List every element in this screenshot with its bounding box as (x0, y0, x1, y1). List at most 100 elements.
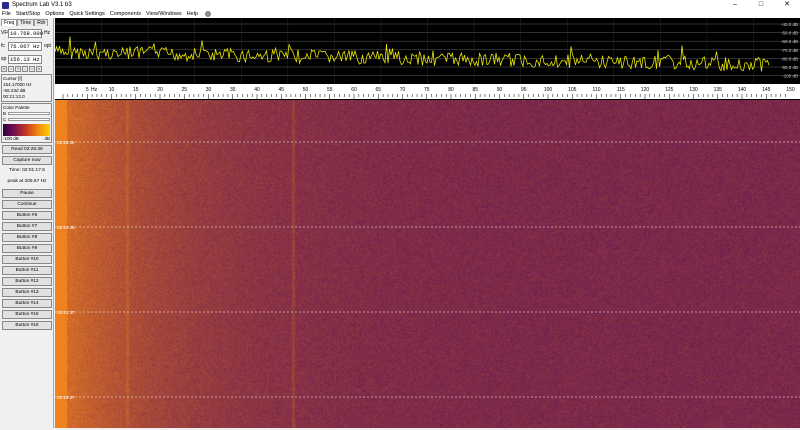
scroll-right-icon[interactable]: › (29, 66, 35, 72)
button-6[interactable]: Button #6 (2, 211, 52, 220)
freq-tick-label: 145 (762, 87, 771, 93)
peak-display: peak at 205.67 Hz (7, 179, 47, 184)
button-12[interactable]: Button #12 (2, 277, 52, 286)
menu-file[interactable]: File (2, 11, 11, 17)
button-11[interactable]: Button #11 (2, 266, 52, 275)
control-panel: Freq Time Rdr VFO 10.768.000 Hz fc 76.067 H… (0, 18, 54, 428)
center-freq-field[interactable]: 76.067 Hz (8, 41, 42, 51)
title-bar: Spectrum Lab V3.1 b3 – □ ✕ (0, 0, 800, 10)
spectrum-plot: -40.0 dB -50.0 dB -60.0 dB -70.0 dB -80.0 dB… (54, 18, 800, 84)
frequency-axis: 5 10 15 20 25 30 35 40 45 50 55 60 65 70 75 80 85 90 95 100… (62, 87, 795, 100)
frequency-scale[interactable]: 5 10 15 20 25 30 35 40 45 50 55 60 65 70 75 80 85 90 95 100… (55, 84, 800, 100)
window-title: Spectrum Lab V3.1 b3 (12, 2, 72, 8)
menu-bar: File Start/Stop Options Quick Settings C… (0, 10, 800, 18)
minimize-icon[interactable]: – (722, 0, 748, 10)
freq-tick-label: 55 (327, 87, 333, 93)
menu-options[interactable]: Options (45, 11, 64, 17)
color-palette: Color Palette B C -100 dB dB (1, 103, 52, 143)
vfo-field[interactable]: 10.768.000 (8, 28, 43, 38)
button-14[interactable]: Button #14 (2, 299, 52, 308)
freq-tick-label: 95 (521, 87, 527, 93)
contrast-slider[interactable] (8, 118, 50, 121)
freq-tick-label: 45 (278, 87, 284, 93)
menu-quick-settings[interactable]: Quick Settings (69, 11, 104, 17)
spectrum-trace (54, 36, 770, 72)
freq-tick-label: 30 (206, 87, 212, 93)
menu-start-stop[interactable]: Start/Stop (16, 11, 40, 17)
freq-tick-label: 85 (472, 87, 478, 93)
freq-tick-label: 125 (665, 87, 674, 93)
opt-button[interactable]: opt (44, 43, 51, 49)
freq-tick-label: 110 (593, 87, 601, 93)
vfo-unit: Hz (44, 30, 51, 36)
vfo-label: VFO (1, 30, 12, 36)
palette-title: Color Palette (3, 105, 30, 110)
tab-time[interactable]: Time (17, 19, 35, 26)
db-label: -100 dB (782, 74, 798, 79)
freq-tick-label: 25 (181, 87, 187, 93)
db-label: -40.0 dB (781, 22, 798, 27)
freq-tick-label: 100 (544, 87, 553, 93)
menu-view-windows[interactable]: View/Windows (146, 11, 182, 17)
zoom-out-icon[interactable]: - (22, 66, 28, 72)
freq-tick-label: 65 (375, 87, 381, 93)
capture-now-button[interactable]: Capture now (2, 156, 52, 165)
span-field[interactable]: 156.13 Hz (8, 54, 42, 64)
tab-rdr[interactable]: Rdr (34, 19, 49, 26)
db-label: -80.0 dB (781, 56, 798, 61)
freq-tick-label: 105 (568, 87, 577, 93)
zoom-in-icon[interactable]: + (15, 66, 21, 72)
cursor-time: 00:21:13.0 (3, 94, 25, 99)
button-16[interactable]: Button #16 (2, 321, 52, 330)
freq-tick-label: 20 (157, 87, 163, 93)
menu-components[interactable]: Components (110, 11, 141, 17)
freq-tick-label: 150 (786, 87, 795, 93)
button-10[interactable]: Button #10 (2, 255, 52, 264)
palette-min: -100 dB (3, 136, 19, 141)
freq-tick-label: 60 (351, 87, 357, 93)
maximize-icon[interactable]: □ (748, 0, 774, 10)
time-marker-label: 02:23:38 (57, 225, 75, 230)
fc-label: fc (1, 43, 5, 49)
time-marker-label: 02:21:37 (57, 310, 75, 315)
freq-tick-label: 10 (109, 87, 115, 93)
freq-tick-label: 50 (303, 87, 309, 93)
tab-freq[interactable]: Freq (1, 19, 18, 26)
freq-tick-label: 75 (424, 87, 430, 93)
spectrum-display[interactable]: -40.0 dB -50.0 dB -60.0 dB -70.0 dB -80.0 dB… (54, 18, 800, 84)
freq-tick-label: 120 (641, 87, 650, 93)
scroll-left-fast-icon[interactable]: « (1, 66, 7, 72)
brightness-slider[interactable] (8, 112, 50, 115)
menu-help[interactable]: Help (187, 11, 198, 17)
db-label: -90.0 dB (781, 65, 798, 70)
time-marker-label: 02:25:38 (57, 140, 75, 145)
button-7[interactable]: Button #7 (2, 222, 52, 231)
time-marker-label: 02:19:37 (57, 395, 75, 400)
freq-tick-label: 130 (689, 87, 698, 93)
button-13[interactable]: Button #13 (2, 288, 52, 297)
button-8[interactable]: Button #8 (2, 233, 52, 242)
waterfall-overlay: 02:25:38 02:23:38 02:21:37 02:19:37 (55, 140, 800, 400)
button-15[interactable]: Button #15 (2, 310, 52, 319)
continue-button[interactable]: Continue (2, 200, 52, 209)
scroll-left-icon[interactable]: ‹ (8, 66, 14, 72)
waterfall-display[interactable]: 02:25:38 02:23:38 02:21:37 02:19:37 (55, 100, 800, 428)
db-label: -60.0 dB (781, 39, 798, 44)
close-icon[interactable]: ✕ (774, 0, 800, 10)
db-label: -50.0 dB (781, 31, 798, 36)
button-9[interactable]: Button #9 (2, 244, 52, 253)
palette-gradient (3, 124, 50, 136)
cursor-info: Cursor [f] 154.17000 Hz -56.23d dB 00:21… (1, 74, 52, 102)
freq-unit: Hz (91, 87, 98, 93)
time-display: Time: 02:01:17.5 (9, 168, 45, 173)
read-button[interactable]: Read 02:25:38 (2, 145, 52, 154)
scroll-right-fast-icon[interactable]: » (36, 66, 42, 72)
freq-tick-label: 40 (254, 87, 260, 93)
freq-tick-label: 35 (230, 87, 236, 93)
span-label: sp (1, 56, 7, 62)
pause-button[interactable]: Pause (2, 189, 52, 198)
freq-tick-label: 5 (86, 87, 89, 93)
freq-tick-label: 115 (617, 87, 625, 93)
app-icon (2, 1, 9, 9)
record-icon[interactable] (204, 11, 211, 17)
